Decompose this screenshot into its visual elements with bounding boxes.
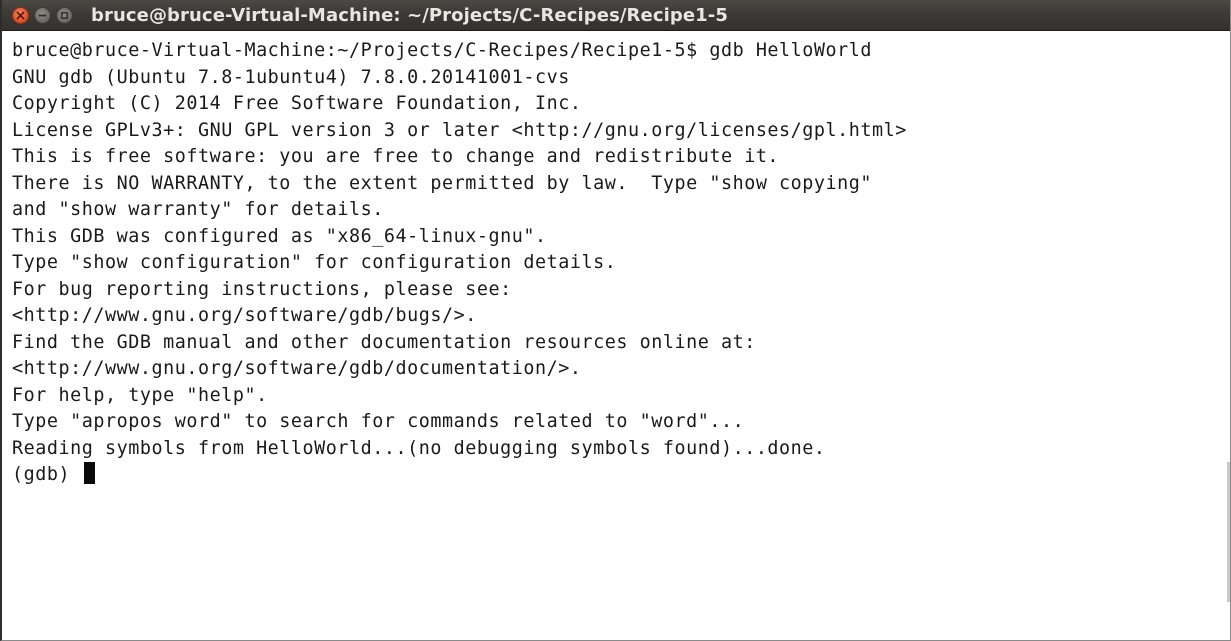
- terminal-line: and "show warranty" for details.: [12, 199, 384, 220]
- terminal-line: Type "apropos word" to search for comman…: [12, 411, 745, 432]
- terminal-output[interactable]: bruce@bruce-Virtual-Machine:~/Projects/C…: [12, 38, 1230, 640]
- terminal-line: Reading symbols from HelloWorld...(no de…: [12, 437, 826, 459]
- minimize-button[interactable]: [34, 6, 51, 24]
- terminal-line: Type "show configuration" for configurat…: [12, 252, 617, 273]
- terminal-line: bruce@bruce-Virtual-Machine:~/Projects/C…: [12, 40, 873, 61]
- terminal-line: There is NO WARRANTY, to the extent perm…: [12, 172, 873, 194]
- terminal-line: <http://www.gnu.org/software/gdb/documen…: [12, 358, 582, 379]
- prompt-line[interactable]: (gdb): [12, 462, 1230, 489]
- scrollbar[interactable]: [1227, 462, 1230, 602]
- gdb-prompt: (gdb): [12, 464, 82, 485]
- close-icon: [16, 11, 25, 20]
- close-button[interactable]: [12, 6, 29, 24]
- maximize-icon: [60, 11, 69, 20]
- terminal-line: Find the GDB manual and other documentat…: [12, 331, 756, 353]
- terminal-line: Copyright (C) 2014 Free Software Foundat…: [12, 93, 582, 114]
- terminal-line: For bug reporting instructions, please s…: [12, 278, 512, 300]
- terminal-line: This is free software: you are free to c…: [12, 146, 780, 167]
- text-cursor: [83, 462, 95, 484]
- terminal-window: bruce@bruce-Virtual-Machine: ~/Projects/…: [0, 0, 1231, 641]
- maximize-button[interactable]: [56, 6, 73, 24]
- terminal-line: GNU gdb (Ubuntu 7.8-1ubuntu4) 7.8.0.2014…: [12, 66, 570, 88]
- terminal-line: <http://www.gnu.org/software/gdb/bugs/>.: [12, 305, 477, 326]
- minimize-icon: [38, 11, 47, 20]
- title-bar[interactable]: bruce@bruce-Virtual-Machine: ~/Projects/…: [2, 0, 1230, 31]
- window-controls: [12, 6, 73, 24]
- terminal-line: This GDB was configured as "x86_64-linux…: [12, 225, 547, 247]
- terminal-line: License GPLv3+: GNU GPL version 3 or lat…: [12, 119, 907, 141]
- window-title: bruce@bruce-Virtual-Machine: ~/Projects/…: [91, 4, 728, 26]
- terminal-line: For help, type "help".: [12, 384, 268, 406]
